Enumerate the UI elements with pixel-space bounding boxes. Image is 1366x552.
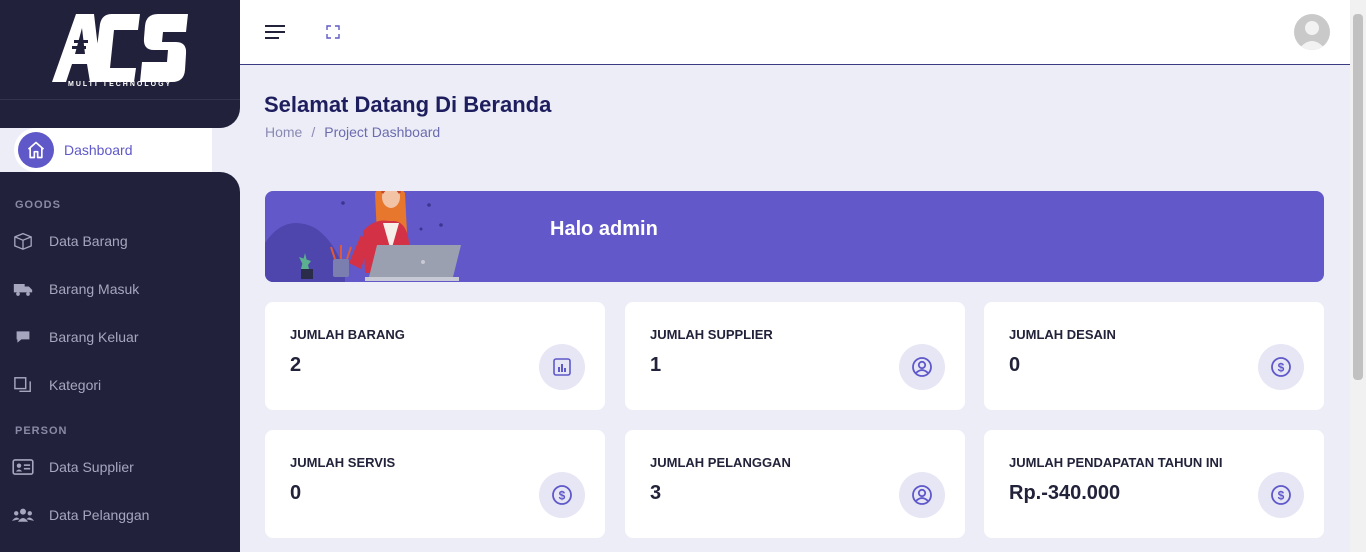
- page-scrollbar[interactable]: [1350, 0, 1366, 552]
- sidebar-item-barang-keluar[interactable]: Barang Keluar: [0, 317, 240, 357]
- box-icon: [12, 232, 34, 250]
- breadcrumb: Home / Project Dashboard: [265, 124, 440, 140]
- welcome-banner: Halo admin: [265, 191, 1324, 282]
- scrollbar-thumb[interactable]: [1353, 14, 1363, 380]
- svg-text:$: $: [1278, 361, 1285, 375]
- svg-text:MULTI TECHNOLOGY: MULTI TECHNOLOGY: [68, 81, 172, 88]
- stat-card-jumlah-desain[interactable]: JUMLAH DESAIN 0 $: [984, 302, 1324, 410]
- stat-card-label: JUMLAH BARANG: [290, 327, 405, 342]
- id-card-icon: [12, 458, 34, 476]
- stat-card-jumlah-pelanggan[interactable]: JUMLAH PELANGGAN 3: [625, 430, 965, 538]
- sidebar-item-data-supplier[interactable]: Data Supplier: [0, 447, 240, 487]
- copy-icon: [12, 376, 34, 394]
- stat-card-jumlah-servis[interactable]: JUMLAH SERVIS 0 $: [265, 430, 605, 538]
- woman-with-laptop-illustration: [265, 191, 461, 282]
- home-icon: [18, 132, 54, 168]
- page-title: Selamat Datang Di Beranda: [264, 92, 552, 117]
- stat-card-label: JUMLAH PELANGGAN: [650, 455, 791, 470]
- user-avatar-icon[interactable]: [1294, 14, 1330, 50]
- sidebar-item-data-barang[interactable]: Data Barang: [0, 221, 240, 261]
- stat-card-value: 3: [650, 482, 662, 504]
- user-circle-icon: [899, 472, 945, 518]
- sidebar-item-label: Dashboard: [64, 142, 133, 158]
- chart-icon: [539, 344, 585, 390]
- users-icon: [12, 506, 34, 524]
- stat-card-label: JUMLAH SUPPLIER: [650, 327, 773, 342]
- sidebar-item-kategori[interactable]: Kategori: [0, 365, 240, 405]
- sidebar-item-label: Data Barang: [49, 233, 128, 249]
- breadcrumb-current: Project Dashboard: [324, 124, 441, 140]
- banner-greeting: Halo admin: [550, 218, 658, 240]
- stat-card-value: 0: [290, 482, 302, 504]
- sidebar-section-goods: GOODS: [15, 199, 61, 211]
- breadcrumb-separator: /: [311, 124, 316, 140]
- stat-card-value: 1: [650, 354, 662, 376]
- stat-card-jumlah-supplier[interactable]: JUMLAH SUPPLIER 1: [625, 302, 965, 410]
- stat-card-value: Rp.-340.000: [1009, 482, 1121, 504]
- sidebar-item-dashboard[interactable]: Dashboard: [14, 128, 212, 172]
- sidebar-item-label: Data Pelanggan: [49, 507, 150, 523]
- sidebar-item-label: Kategori: [49, 377, 102, 393]
- dollar-icon: $: [1258, 472, 1304, 518]
- dollar-icon: $: [539, 472, 585, 518]
- sidebar-item-label: Data Supplier: [49, 459, 134, 475]
- stat-card-jumlah-barang[interactable]: JUMLAH BARANG 2: [265, 302, 605, 410]
- topbar: [240, 0, 1350, 65]
- stat-card-jumlah-pendapatan[interactable]: JUMLAH PENDAPATAN TAHUN INI Rp.-340.000 …: [984, 430, 1324, 538]
- sidebar-item-data-pelanggan[interactable]: Data Pelanggan: [0, 495, 240, 535]
- sidebar-item-label: Barang Masuk: [49, 281, 140, 297]
- expand-icon[interactable]: [326, 25, 340, 44]
- truck-icon: [12, 280, 34, 298]
- stat-card-label: JUMLAH PENDAPATAN TAHUN INI: [1009, 455, 1223, 470]
- sidebar: MULTI TECHNOLOGY Dashboard GOODS Data Ba…: [0, 0, 240, 552]
- dollar-icon: $: [1258, 344, 1304, 390]
- brand-logo[interactable]: MULTI TECHNOLOGY: [0, 0, 240, 100]
- svg-text:$: $: [559, 489, 566, 503]
- user-circle-icon: [899, 344, 945, 390]
- chat-icon: [12, 328, 34, 346]
- stat-card-value: 2: [290, 354, 302, 376]
- breadcrumb-home[interactable]: Home: [265, 124, 302, 140]
- sidebar-item-label: Barang Keluar: [49, 329, 139, 345]
- sidebar-item-barang-masuk[interactable]: Barang Masuk: [0, 269, 240, 309]
- sidebar-section-person: PERSON: [15, 425, 68, 437]
- stat-card-label: JUMLAH SERVIS: [290, 455, 396, 470]
- svg-text:$: $: [1278, 489, 1285, 503]
- acs-logo-icon: MULTI TECHNOLOGY: [52, 14, 188, 88]
- stat-card-label: JUMLAH DESAIN: [1009, 327, 1116, 342]
- hamburger-icon[interactable]: [265, 24, 287, 45]
- stat-card-value: 0: [1009, 354, 1021, 376]
